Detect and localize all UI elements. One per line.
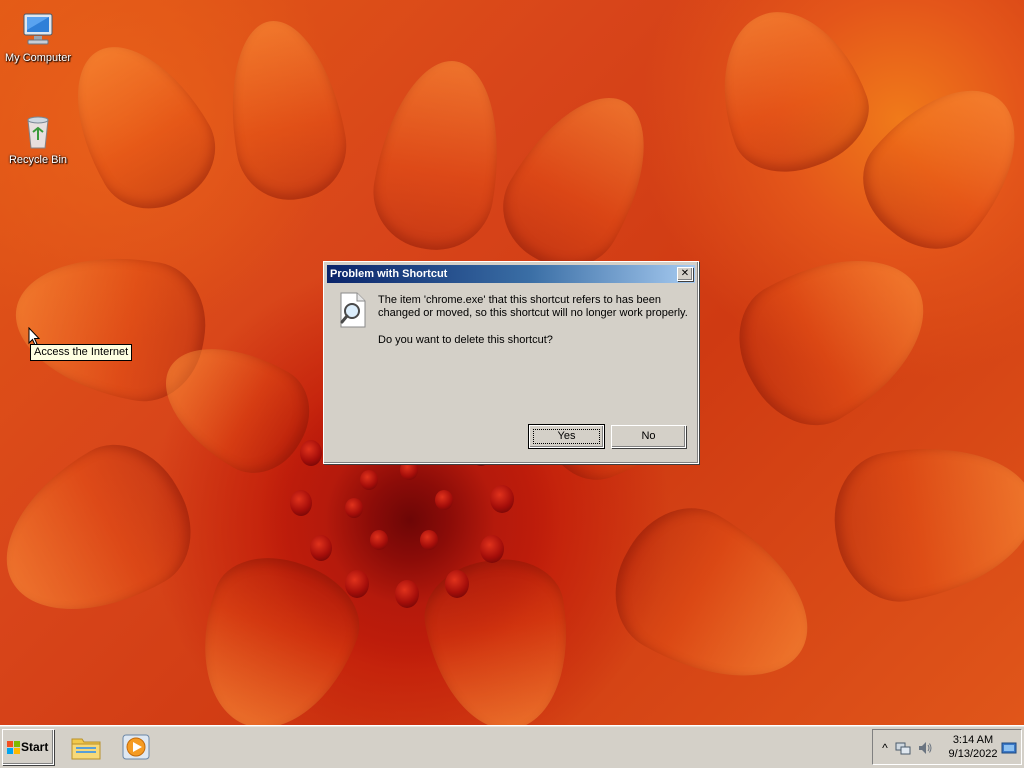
start-label: Start (21, 740, 49, 754)
network-icon[interactable] (895, 740, 911, 756)
wallpaper-petal (590, 485, 840, 715)
wallpaper-floret (420, 530, 438, 550)
close-button[interactable]: ✕ (677, 267, 693, 281)
wallpaper-floret (290, 490, 312, 516)
wallpaper-petal (840, 58, 1024, 272)
wallpaper-floret (360, 470, 378, 490)
wallpaper-floret (300, 440, 322, 466)
wallpaper-petal (483, 72, 677, 288)
no-button-label: No (641, 430, 656, 442)
clock[interactable]: 3:14 AM 9/13/2022 (941, 733, 1005, 761)
no-button[interactable]: No (611, 425, 686, 448)
wallpaper-floret (310, 535, 332, 561)
dialog-question: Do you want to delete this shortcut? (378, 334, 553, 346)
yes-button[interactable]: Yes (528, 424, 605, 449)
computer-icon (18, 10, 58, 50)
dialog-title-bar[interactable]: Problem with Shortcut ✕ (327, 265, 695, 283)
desktop-icon-label: My Computer (4, 52, 72, 64)
start-button[interactable]: Start (2, 729, 54, 765)
system-tray: ^ 3:14 AM 9/13/2022 (872, 729, 1022, 765)
volume-icon[interactable] (917, 740, 933, 756)
tooltip: Access the Internet (30, 344, 133, 361)
clock-date: 9/13/2022 (948, 748, 998, 760)
wallpaper-petal (823, 428, 1024, 612)
wallpaper-petal (0, 422, 215, 648)
wallpaper-floret (370, 530, 388, 550)
dialog-title: Problem with Shortcut (330, 268, 448, 280)
clock-time: 3:14 AM (952, 734, 994, 746)
wallpaper-floret (435, 490, 453, 510)
problem-with-shortcut-dialog: Problem with Shortcut ✕ The item 'chrome… (323, 261, 699, 464)
wallpaper-petal (364, 51, 516, 259)
wallpaper-petal (715, 222, 955, 448)
wallpaper-floret (445, 570, 469, 598)
dialog-message: The item 'chrome.exe' that this shortcut… (378, 294, 688, 319)
wallpaper-petal (416, 549, 584, 725)
windows-logo-icon (7, 741, 20, 754)
close-icon: ✕ (680, 268, 690, 279)
desktop-icon-label: Recycle Bin (8, 154, 68, 166)
wallpaper-floret (345, 498, 363, 518)
file-explorer-icon[interactable] (70, 731, 102, 763)
desktop-icon-recycle-bin[interactable]: Recycle Bin (0, 112, 76, 167)
wallpaper-floret (480, 535, 504, 563)
wallpaper-floret (395, 580, 419, 608)
focus-rectangle (533, 429, 600, 444)
media-player-icon[interactable] (120, 731, 152, 763)
wallpaper-floret (345, 570, 369, 598)
wallpaper-petal (696, 0, 884, 190)
show-hidden-icons-chevron-icon[interactable]: ^ (877, 740, 893, 756)
show-desktop-icon[interactable] (1001, 740, 1017, 756)
search-document-icon (337, 292, 369, 328)
wallpaper-petal (175, 539, 375, 725)
wallpaper-petal (215, 11, 355, 209)
desktop-icon-my-computer[interactable]: My Computer (0, 10, 76, 65)
recycle-bin-icon (18, 112, 58, 152)
taskbar: Start ^ 3:14 AM 9/13/2022 (0, 725, 1024, 768)
wallpaper-floret (490, 485, 514, 513)
